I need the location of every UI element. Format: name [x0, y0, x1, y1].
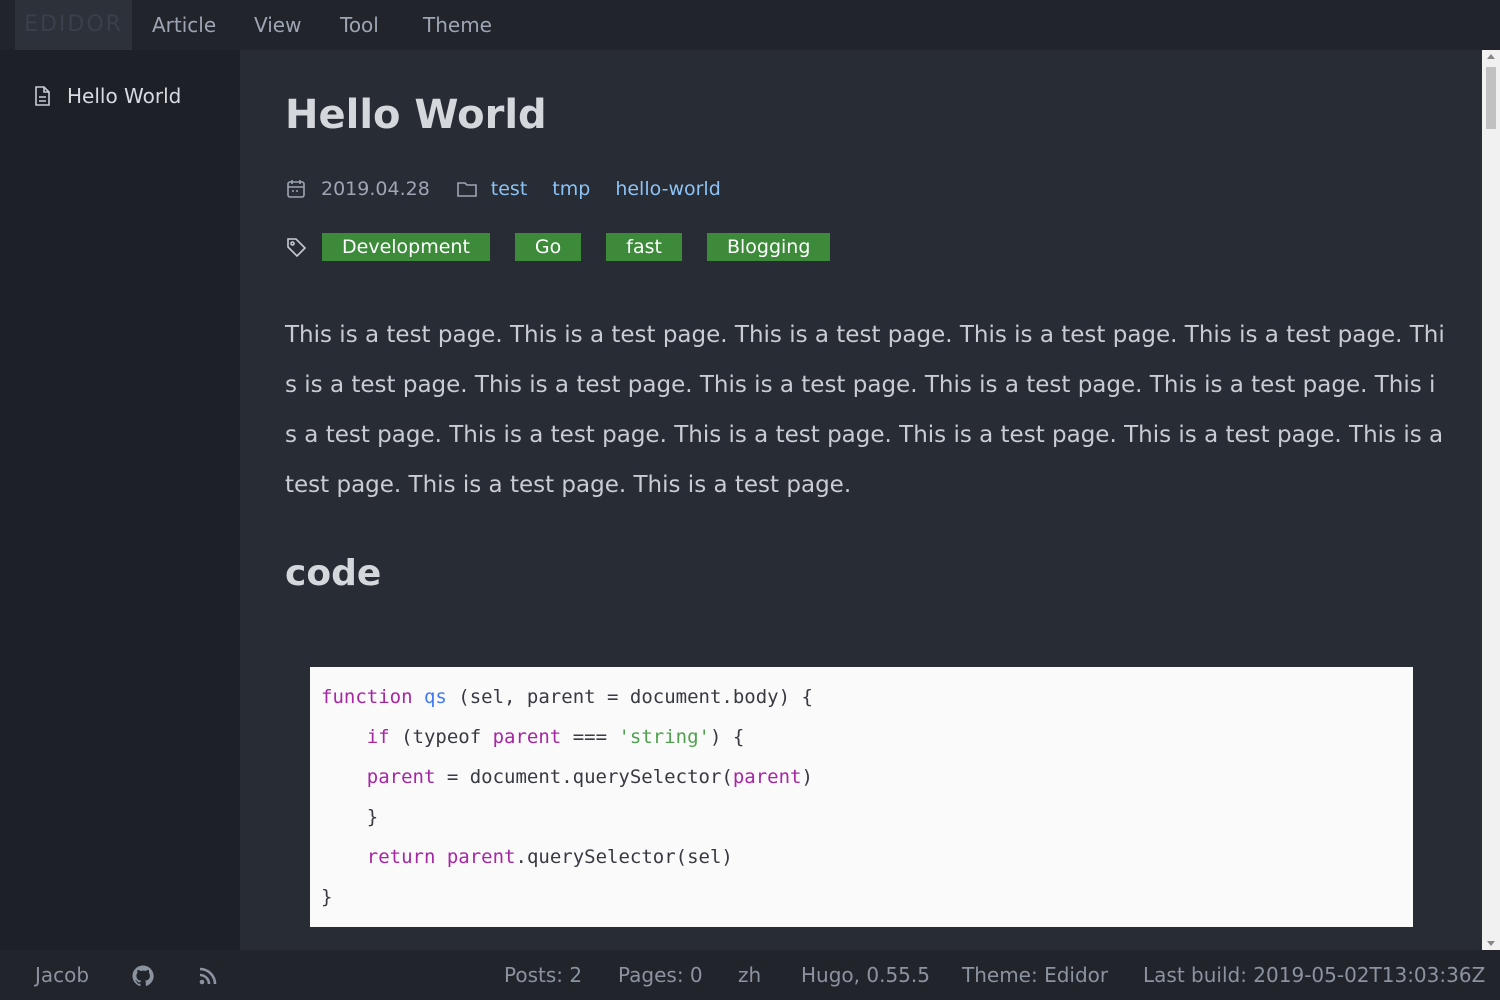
app-logo[interactable]: EDIDOR — [15, 0, 132, 50]
top-menu-bar: EDIDOR Article View Tool Theme — [0, 0, 1500, 50]
scroll-up-arrow-icon[interactable] — [1487, 54, 1495, 59]
status-footer: Jacob Posts: 2 Pages: 0 zh Hugo, 0.55.5 … — [0, 950, 1500, 1000]
category-link-hello-world[interactable]: hello-world — [615, 178, 720, 200]
code-line: return parent.querySelector(sel) — [366, 846, 733, 868]
article-meta: 2019.04.28 test tmp hello-world — [285, 174, 721, 204]
tag-icon — [287, 238, 307, 258]
article-paragraph: This is a test page. This is a test page… — [285, 322, 1445, 498]
hugo-version: Hugo, 0.55.5 — [801, 963, 930, 987]
article-tags: Development Go fast Blogging — [285, 232, 855, 262]
code-line: } — [321, 886, 333, 908]
article-date: 2019.04.28 — [321, 178, 430, 200]
file-text-icon — [35, 86, 50, 106]
sidebar-item-label: Hello World — [67, 84, 182, 108]
code-line: if (typeof parent === 'string') { — [366, 726, 745, 748]
tag-go[interactable]: Go — [514, 233, 582, 261]
menu-tool[interactable]: Tool — [340, 0, 379, 50]
rss-icon[interactable] — [196, 964, 220, 988]
tag-fast[interactable]: fast — [606, 233, 682, 261]
calendar-icon — [287, 180, 305, 198]
section-heading-code: code — [285, 553, 382, 594]
sidebar-item-hello-world[interactable]: Hello World — [32, 81, 181, 111]
pages-count: Pages: 0 — [618, 963, 703, 987]
code-line: function qs (sel, parent = document.body… — [321, 686, 813, 708]
language-indicator: zh — [738, 963, 762, 987]
tag-blogging[interactable]: Blogging — [706, 233, 831, 261]
sidebar: Hello World — [0, 50, 240, 950]
last-build: Last build: 2019-05-02T13:03:36Z — [1143, 963, 1486, 987]
vertical-scrollbar[interactable] — [1482, 50, 1500, 950]
code-line: parent = document.querySelector(parent) — [366, 766, 813, 788]
code-block: function qs (sel, parent = document.body… — [310, 667, 1413, 927]
menu-theme[interactable]: Theme — [423, 0, 492, 50]
tag-development[interactable]: Development — [322, 233, 490, 261]
folder-icon — [456, 182, 477, 197]
menu-view[interactable]: View — [254, 0, 301, 50]
github-icon[interactable] — [131, 964, 155, 988]
theme-name: Theme: Edidor — [962, 963, 1109, 987]
menu-article[interactable]: Article — [152, 0, 216, 50]
posts-count: Posts: 2 — [504, 963, 583, 987]
code-line: } — [321, 806, 379, 828]
category-link-tmp[interactable]: tmp — [552, 178, 590, 200]
article-pane: Hello World 2019.04.28 test tmp hello-wo… — [240, 50, 1482, 950]
scroll-thumb[interactable] — [1486, 67, 1496, 129]
article-title: Hello World — [285, 92, 547, 138]
author-name: Jacob — [35, 963, 90, 987]
scroll-down-arrow-icon[interactable] — [1487, 941, 1495, 946]
category-link-test[interactable]: test — [491, 178, 528, 200]
